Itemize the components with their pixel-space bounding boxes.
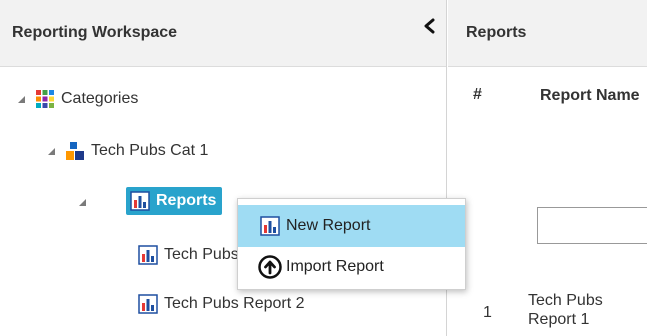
row-report-name[interactable]: Tech Pubs Report 1: [528, 291, 638, 329]
report-chart-icon: [260, 216, 280, 236]
expand-caret-icon[interactable]: [18, 95, 25, 103]
tree-node-label: Reports: [156, 192, 217, 209]
tree-node-categories[interactable]: Categories: [18, 86, 138, 112]
tree-node-label: Tech Pubs Cat 1: [91, 142, 209, 159]
category-blocks-icon: [65, 141, 85, 161]
menu-item-label: Import Report: [286, 258, 384, 275]
tree-node-label: Tech Pubs Report 2: [164, 295, 305, 312]
workspace-title: Reporting Workspace: [12, 24, 178, 41]
menu-item-import-report[interactable]: Import Report: [238, 246, 465, 288]
collapse-panel-icon[interactable]: [420, 16, 440, 36]
report-chart-icon: [138, 245, 158, 265]
context-menu: New Report Import Report: [237, 198, 466, 290]
reports-title: Reports: [466, 24, 527, 41]
column-header-number[interactable]: #: [473, 86, 482, 104]
expand-caret-icon[interactable]: [48, 147, 55, 155]
workspace-header: Reporting Workspace: [0, 0, 446, 67]
upload-circle-icon: [258, 255, 282, 279]
column-header-report-name[interactable]: Report Name: [540, 86, 640, 105]
reports-header: Reports: [448, 0, 647, 67]
menu-item-new-report[interactable]: New Report: [238, 205, 465, 247]
report-name-filter-input[interactable]: [537, 207, 647, 244]
categories-grid-icon: [35, 89, 55, 109]
menu-item-label: New Report: [286, 217, 371, 234]
tree-node-label: Categories: [61, 90, 139, 107]
tree-node-reports[interactable]: Reports: [126, 187, 223, 215]
report-chart-icon: [138, 294, 158, 314]
report-chart-icon: [130, 191, 150, 211]
tree-node-report[interactable]: Tech Pubs Report 2: [138, 291, 305, 317]
row-number: 1: [483, 304, 492, 321]
tree-node-category[interactable]: Tech Pubs Cat 1: [48, 138, 208, 164]
expand-caret-icon[interactable]: [79, 199, 86, 206]
reports-panel: Reports # Report Name 1 Tech Pubs Report…: [448, 0, 647, 336]
